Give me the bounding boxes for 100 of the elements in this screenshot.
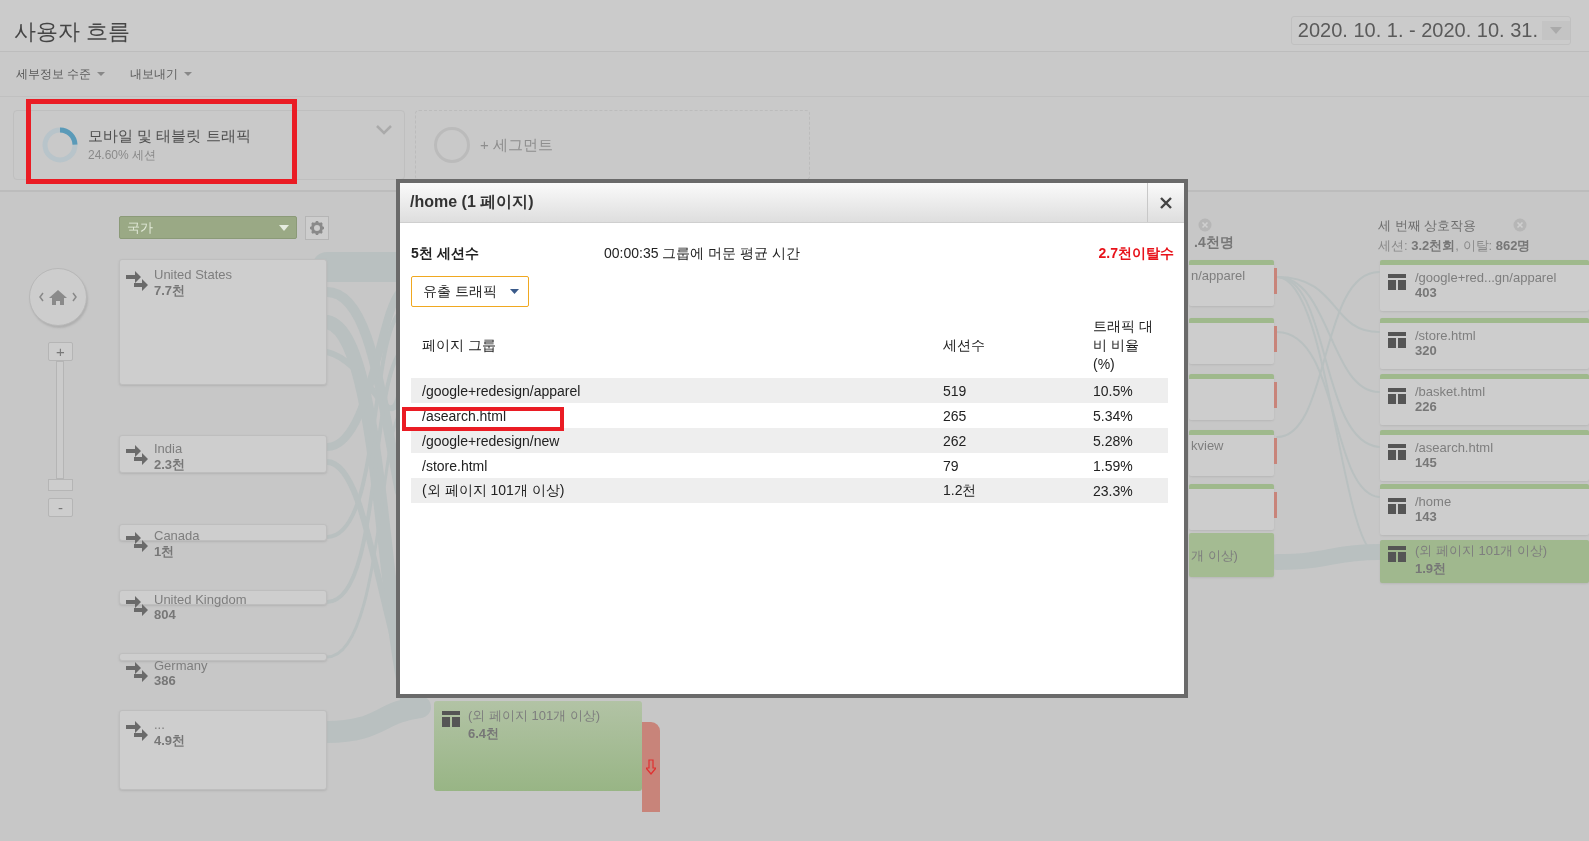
close-icon[interactable] [1513, 218, 1527, 232]
avg-time-stat: 00:00:35 그룹에 머문 평균 시간 [604, 245, 802, 263]
zoom-slider-handle[interactable] [48, 479, 73, 491]
dialog-title: /home (1 페이지) [409, 192, 534, 212]
table-cell: /google+redesign/apparel [422, 382, 581, 399]
node-label: /asearch.html [1415, 440, 1494, 455]
page-icon [1388, 388, 1406, 404]
column-summary: 세션: 3.2천회, 이탈: 862명 [1378, 237, 1531, 255]
column-title: 세 번째 상호작용 [1378, 217, 1477, 235]
node-label: India [154, 441, 184, 456]
chevron-icon[interactable] [376, 125, 392, 135]
node-count: 143 [1415, 509, 1438, 524]
table-cell: 79 [943, 457, 959, 474]
node-label: /basket.html [1415, 384, 1486, 399]
page-node[interactable] [1189, 318, 1274, 364]
table-cell: (외 페이지 101개 이상) [422, 481, 565, 498]
node-label: kview [1191, 438, 1225, 453]
country-node[interactable] [119, 259, 327, 385]
page-node[interactable]: /asearch.html 145 [1380, 430, 1589, 481]
node-count: 145 [1415, 455, 1438, 470]
table-cell: 5.28% [1093, 432, 1133, 449]
caret-icon [1550, 27, 1562, 34]
segment-name: 모바일 및 태블릿 트래픽 [88, 126, 251, 146]
node-count: 4.9천 [154, 732, 186, 750]
settings-button[interactable] [305, 216, 329, 240]
caret-icon [96, 71, 107, 77]
country-node[interactable] [119, 435, 327, 473]
page-icon [1388, 546, 1406, 562]
country-node[interactable] [119, 710, 327, 790]
gear-icon [310, 221, 324, 235]
caret-icon [279, 224, 289, 231]
table-cell: 1.2천 [943, 481, 977, 498]
page-node[interactable]: (외 페이지 101개 이상) 1.9천 [1380, 540, 1589, 583]
table-cell: /google+redesign/new [422, 432, 560, 449]
close-icon[interactable] [1198, 218, 1212, 232]
node-label: ... [154, 717, 166, 732]
column-header: 페이지 그룹 [422, 336, 496, 353]
zoom-in-button[interactable]: + [48, 342, 73, 361]
zoom-slider-track[interactable] [56, 361, 64, 479]
down-arrow-icon [646, 759, 656, 775]
country-node[interactable] [119, 590, 327, 605]
toolbar-menu-button[interactable]: 내보내기 [126, 63, 198, 85]
node-label: /google+red...gn/apparel [1415, 270, 1557, 285]
toolbar-menu-button[interactable]: 세부정보 수준 [12, 63, 111, 85]
page-icon [1388, 274, 1406, 290]
table-cell: 262 [943, 432, 967, 449]
date-range-picker[interactable]: 2020. 10. 1. - 2020. 10. 31. [1290, 16, 1571, 45]
country-node[interactable] [119, 653, 327, 661]
node-label: United Kingdom [154, 592, 247, 607]
table-cell: 10.5% [1093, 382, 1133, 399]
traffic-dropdown[interactable]: 유출 트래픽 [411, 276, 529, 307]
page-node[interactable]: /store.html 320 [1380, 318, 1589, 369]
pan-control[interactable] [29, 268, 87, 326]
node-count: 804 [154, 607, 177, 622]
home-icon[interactable] [38, 289, 78, 305]
table-cell: 519 [943, 382, 967, 399]
column-summary: .4천명 [1194, 234, 1234, 252]
node-count: 226 [1415, 399, 1438, 414]
table-cell: 5.34% [1093, 407, 1133, 424]
node-label: n/apparel [1191, 268, 1247, 283]
node-count: 2.3천 [154, 456, 186, 474]
page-node[interactable]: /basket.html 226 [1380, 374, 1589, 425]
page-title: 사용자 흐름 [14, 18, 131, 46]
table-cell: 1.59% [1093, 457, 1133, 474]
page-node[interactable]: 개 이상) [1189, 533, 1274, 577]
node-label: United States [154, 267, 233, 282]
page-node[interactable]: kview [1189, 430, 1274, 476]
close-icon [1160, 196, 1172, 209]
node-label: Germany [154, 658, 208, 673]
dimension-dropdown[interactable]: 국가 [119, 216, 297, 239]
page-node[interactable] [1189, 374, 1274, 420]
sessions-stat: 5천 세션수 [411, 245, 480, 263]
column-header: 세션수 [943, 336, 985, 353]
page-node[interactable] [1189, 484, 1274, 530]
node-label: (외 페이지 101개 이상) [1415, 542, 1548, 560]
node-label: /home [1415, 494, 1452, 509]
page-node[interactable]: /home 143 [1380, 484, 1589, 535]
node-label: /store.html [1415, 328, 1476, 343]
page-icon [1388, 498, 1406, 514]
node-count: 7.7천 [154, 282, 187, 300]
table-cell: 23.3% [1093, 482, 1133, 499]
node-count: 320 [1415, 343, 1438, 358]
table-cell: /asearch.html [422, 407, 507, 424]
page-icon [1388, 332, 1406, 348]
node-count: 403 [1415, 285, 1438, 300]
country-node[interactable] [119, 524, 327, 541]
zoom-out-button[interactable]: - [48, 498, 73, 517]
page-node[interactable]: (외 페이지 101개 이상) 6.4천 [434, 701, 642, 791]
page-icon [1388, 444, 1406, 460]
node-label: 개 이상) [1191, 547, 1239, 565]
table-cell: 265 [943, 407, 967, 424]
node-label: Canada [154, 528, 200, 543]
page-node[interactable]: /google+red...gn/apparel 403 [1380, 260, 1589, 311]
node-label: (외 페이지 101개 이상) [468, 707, 601, 725]
segment-card[interactable]: 모바일 및 태블릿 트래픽 24.60% 세션 [13, 110, 405, 180]
page-node[interactable]: n/apparel [1189, 260, 1274, 306]
node-count: 386 [154, 673, 177, 688]
node-count: 1.9천 [1415, 560, 1448, 578]
donut-chart-icon [41, 126, 79, 164]
segment-detail: 24.60% 세션 [88, 146, 158, 164]
